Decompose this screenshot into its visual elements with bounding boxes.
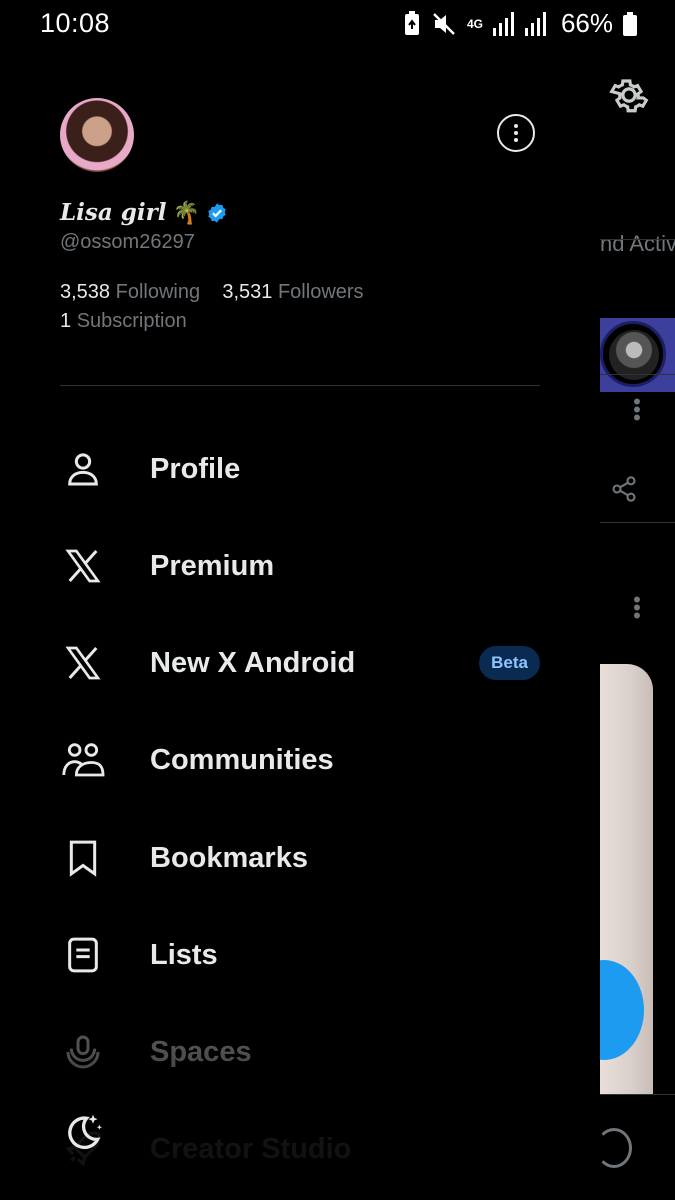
battery-icon xyxy=(623,11,637,36)
settings-gear-icon xyxy=(609,79,649,113)
following-label: Following xyxy=(115,281,201,303)
subscriptions-count: 1 xyxy=(60,310,72,332)
menu-item-profile[interactable]: Profile xyxy=(60,439,540,499)
menu-item-label: Lists xyxy=(150,938,218,971)
menu-item-lists[interactable]: Lists xyxy=(60,925,540,985)
subscriptions-stat[interactable]: 1 Subscription xyxy=(60,310,187,332)
subscriptions-label: Subscription xyxy=(76,310,187,332)
menu-item-label: Premium xyxy=(150,549,275,582)
more-options-icon: • • • xyxy=(633,389,641,430)
status-icons: 4G 66% xyxy=(403,8,637,39)
followers-label: Followers xyxy=(277,281,364,303)
loading-spinner-icon xyxy=(596,1128,632,1168)
following-count: 3,538 xyxy=(60,281,111,303)
profile-name: Lisa girl xyxy=(60,199,167,226)
spaces-icon xyxy=(60,1029,106,1075)
beta-badge: Beta xyxy=(479,646,540,680)
divider xyxy=(600,522,675,523)
menu-item-label: Spaces xyxy=(150,1035,252,1068)
status-time: 10:08 xyxy=(40,8,111,38)
menu-item-bookmarks[interactable]: Bookmarks xyxy=(60,828,540,888)
account-switcher-button[interactable] xyxy=(497,114,535,152)
battery-saver-icon xyxy=(404,10,419,35)
divider xyxy=(600,1094,675,1095)
navigation-drawer: Lisa girl 🌴 @ossom26297 3,538 Following … xyxy=(0,48,600,1200)
divider xyxy=(600,374,675,375)
menu-item-label: Creator Studio xyxy=(150,1132,352,1165)
avatar xyxy=(609,330,659,380)
status-bar: 10:08 4G 66% xyxy=(0,0,675,48)
verified-badge-icon xyxy=(208,202,226,223)
x-logo-icon xyxy=(60,640,106,686)
signal-icon xyxy=(492,11,514,36)
menu-item-spaces[interactable]: Spaces xyxy=(60,1022,540,1082)
profile-stats: 3,538 Following 3,531 Followers 1 Subscr… xyxy=(60,278,364,336)
list-icon xyxy=(60,932,106,978)
profile-name-row[interactable]: Lisa girl 🌴 xyxy=(60,199,228,226)
menu-item-premium[interactable]: Premium xyxy=(60,536,540,596)
drawer-divider xyxy=(60,385,540,386)
menu-item-label: Profile xyxy=(150,452,241,485)
background-tab-label: nd Activ xyxy=(600,231,675,256)
menu-item-communities[interactable]: Communities xyxy=(60,730,540,790)
palm-tree-emoji: 🌴 xyxy=(172,199,200,225)
following-stat[interactable]: 3,538 Following xyxy=(60,281,200,303)
more-options-icon: • • • xyxy=(633,587,641,628)
signal-icon-2 xyxy=(524,11,546,36)
followers-count: 3,531 xyxy=(222,281,273,303)
mute-icon xyxy=(433,12,455,35)
battery-percent: 66% xyxy=(560,8,613,38)
network-type-label: 4G xyxy=(466,16,483,31)
x-logo-icon xyxy=(60,543,106,589)
menu-item-label: New X Android xyxy=(150,646,356,679)
person-icon xyxy=(60,446,106,492)
menu-item-new-x-android[interactable]: New X Android Beta xyxy=(60,633,540,693)
background-story-card xyxy=(600,318,675,392)
menu-item-creator-studio[interactable]: Creator Studio xyxy=(60,1119,540,1179)
dark-mode-toggle-icon[interactable] xyxy=(60,1110,104,1154)
bookmark-icon xyxy=(60,835,106,881)
menu-item-label: Communities xyxy=(150,743,334,776)
share-icon xyxy=(612,476,636,502)
menu-item-label: Bookmarks xyxy=(150,841,308,874)
profile-handle: @ossom26297 xyxy=(60,231,195,253)
communities-icon xyxy=(60,737,106,783)
divider xyxy=(600,239,675,240)
profile-avatar[interactable] xyxy=(60,98,134,172)
followers-stat[interactable]: 3,531 Followers xyxy=(222,281,363,303)
